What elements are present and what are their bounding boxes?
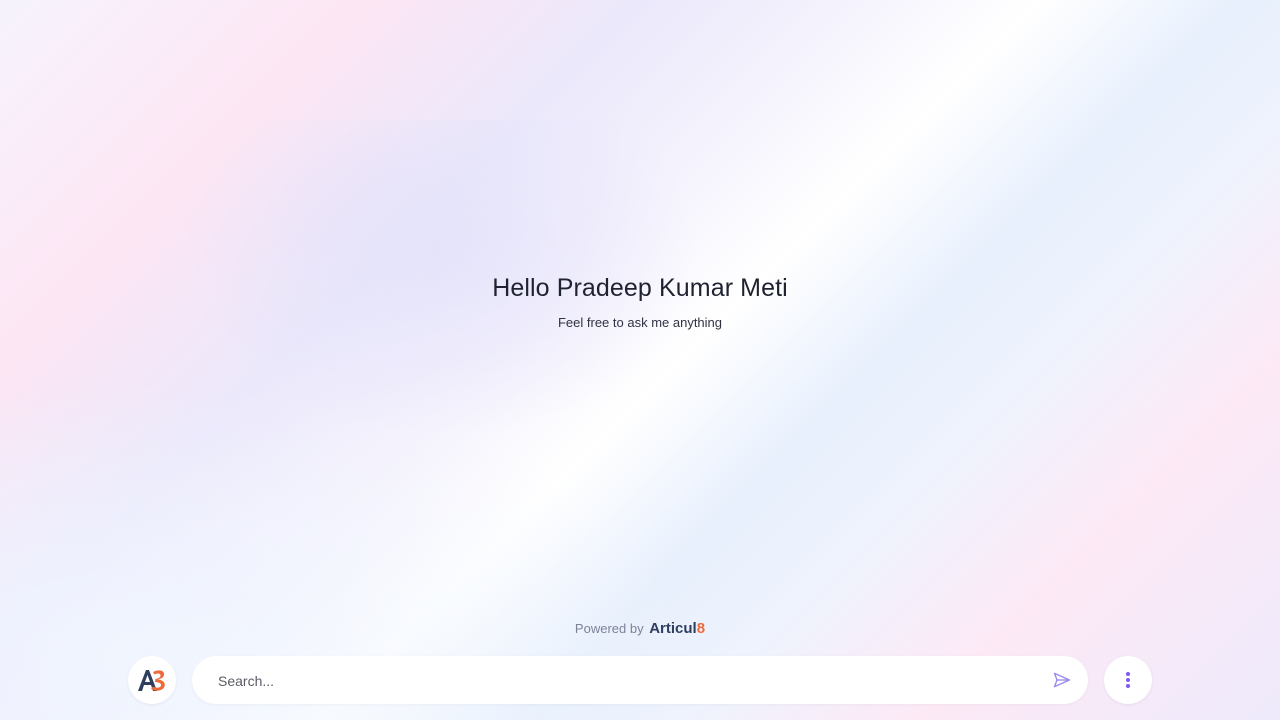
search-input[interactable]: [216, 656, 1040, 706]
brand-accent: 8: [696, 620, 706, 637]
search-box: [192, 656, 1088, 706]
send-button[interactable]: [1050, 668, 1074, 692]
brand-logo: Articul8: [649, 620, 705, 637]
send-icon: [1053, 672, 1071, 688]
more-options-button[interactable]: [1104, 656, 1152, 704]
chat-input-bar: [128, 656, 1152, 706]
brand-name: Articul: [649, 620, 697, 637]
more-vertical-icon: [1126, 672, 1130, 688]
powered-by: Powered by Articul8: [0, 620, 1280, 637]
greeting-title: Hello Pradeep Kumar Meti: [492, 274, 788, 302]
powered-by-label: Powered by: [574, 621, 644, 636]
greeting: Hello Pradeep Kumar Meti Feel free to as…: [0, 274, 1280, 330]
greeting-subtitle: Feel free to ask me anything: [557, 315, 723, 330]
a8-logo-icon: [128, 656, 176, 704]
